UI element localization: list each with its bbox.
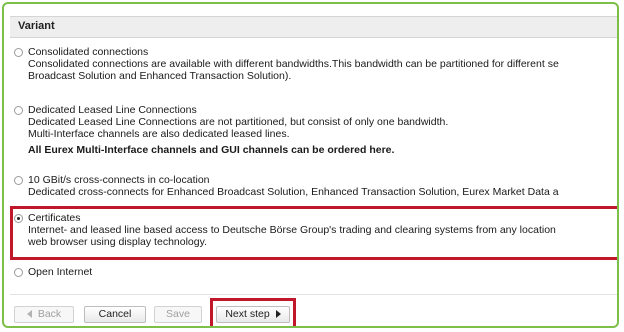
arrow-right-icon [275, 310, 281, 318]
option-description: Internet- and leased line based access t… [28, 224, 556, 236]
radio-certificates[interactable] [14, 214, 23, 223]
radio-dedicated-leased-line[interactable] [14, 106, 23, 115]
option-description: Dedicated cross-connects for Enhanced Br… [28, 186, 559, 198]
radio-consolidated-connections[interactable] [14, 48, 23, 57]
option-title: Consolidated connections [28, 46, 149, 58]
divider [10, 294, 617, 295]
option-description: Broadcast Solution and Enhanced Transact… [28, 70, 292, 82]
option-description: Dedicated Leased Line Connections are no… [28, 116, 449, 128]
arrow-left-icon [26, 310, 32, 318]
option-title: Open Internet [28, 266, 93, 278]
option-description: web browser using display technology. [28, 236, 207, 248]
option-description: Multi-Interface channels are also dedica… [28, 128, 290, 140]
option-note: All Eurex Multi-Interface channels and G… [28, 144, 395, 156]
radio-open-internet[interactable] [14, 268, 23, 277]
next-step-button[interactable]: Next step [216, 306, 290, 323]
back-button[interactable]: Back [14, 306, 74, 323]
option-title: 10 GBit/s cross-connects in co-location [28, 174, 210, 186]
option-title: Dedicated Leased Line Connections [28, 104, 197, 116]
option-title: Certificates [28, 212, 81, 224]
option-description: Consolidated connections are available w… [28, 58, 559, 70]
save-button[interactable]: Save [154, 306, 202, 323]
cancel-button[interactable]: Cancel [84, 306, 146, 323]
radio-10gbit-cross-connects[interactable] [14, 176, 23, 185]
section-header: Variant [10, 16, 617, 38]
variant-panel: Variant Consolidated connections Consoli… [2, 2, 619, 328]
section-title: Variant [18, 20, 55, 32]
